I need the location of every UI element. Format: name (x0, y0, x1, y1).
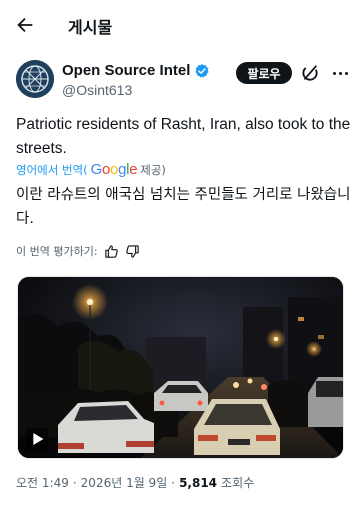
post-date[interactable]: 2026년 1월 9일 (81, 474, 168, 491)
tweet-meta: 오전 1:49 · 2026년 1월 9일 · 5,814 조회수 (16, 474, 254, 491)
google-letter-o2: o (110, 161, 119, 178)
post-time[interactable]: 오전 1:49 (16, 474, 69, 491)
provided-label: 제공) (140, 162, 166, 177)
globe-logo-icon (16, 60, 54, 98)
meta-separator: · (171, 475, 176, 490)
view-count: 5,814 (179, 475, 218, 490)
video-media[interactable] (17, 276, 344, 459)
thumbs-down-icon[interactable] (125, 244, 140, 259)
view-count-label: 조회수 (221, 476, 255, 490)
rate-translation-row: 이 번역 평가하기: (16, 243, 140, 259)
play-icon[interactable] (26, 428, 48, 450)
google-letter-o1: o (102, 161, 111, 178)
translated-text: 이란 라슈트의 애국심 넘치는 주민들도 거리로 나왔습니다. (16, 187, 351, 227)
author-name[interactable]: Open Source Intel (62, 62, 190, 79)
translation-attribution: 영어에서 번역( Google 제공) (16, 161, 166, 178)
page-title: 게시물 (68, 18, 113, 37)
video-thumbnail (18, 277, 343, 458)
tweet-text: Patriotic residents of Rasht, Iran, also… (16, 116, 351, 157)
google-letter-g: G (90, 161, 103, 178)
author-handle[interactable]: @Osint613 (62, 82, 132, 98)
thumbs-up-icon[interactable] (104, 244, 119, 259)
author-name-row[interactable]: Open Source Intel (62, 62, 210, 79)
follow-button[interactable]: 팔로우 (236, 62, 292, 84)
verified-badge-icon (195, 63, 210, 78)
back-arrow-icon[interactable] (14, 14, 36, 36)
google-letter-g2: g (118, 161, 127, 178)
more-icon[interactable] (328, 64, 352, 82)
meta-separator: · (72, 475, 77, 490)
rate-label: 이 번역 평가하기: (16, 245, 98, 258)
grok-icon[interactable] (300, 63, 320, 83)
avatar[interactable] (16, 60, 54, 98)
google-letter-e: e (129, 161, 138, 178)
translate-link[interactable]: 영어에서 번역( (16, 162, 88, 178)
google-logo: Google (91, 161, 138, 178)
top-bar: 게시물 (0, 0, 360, 50)
